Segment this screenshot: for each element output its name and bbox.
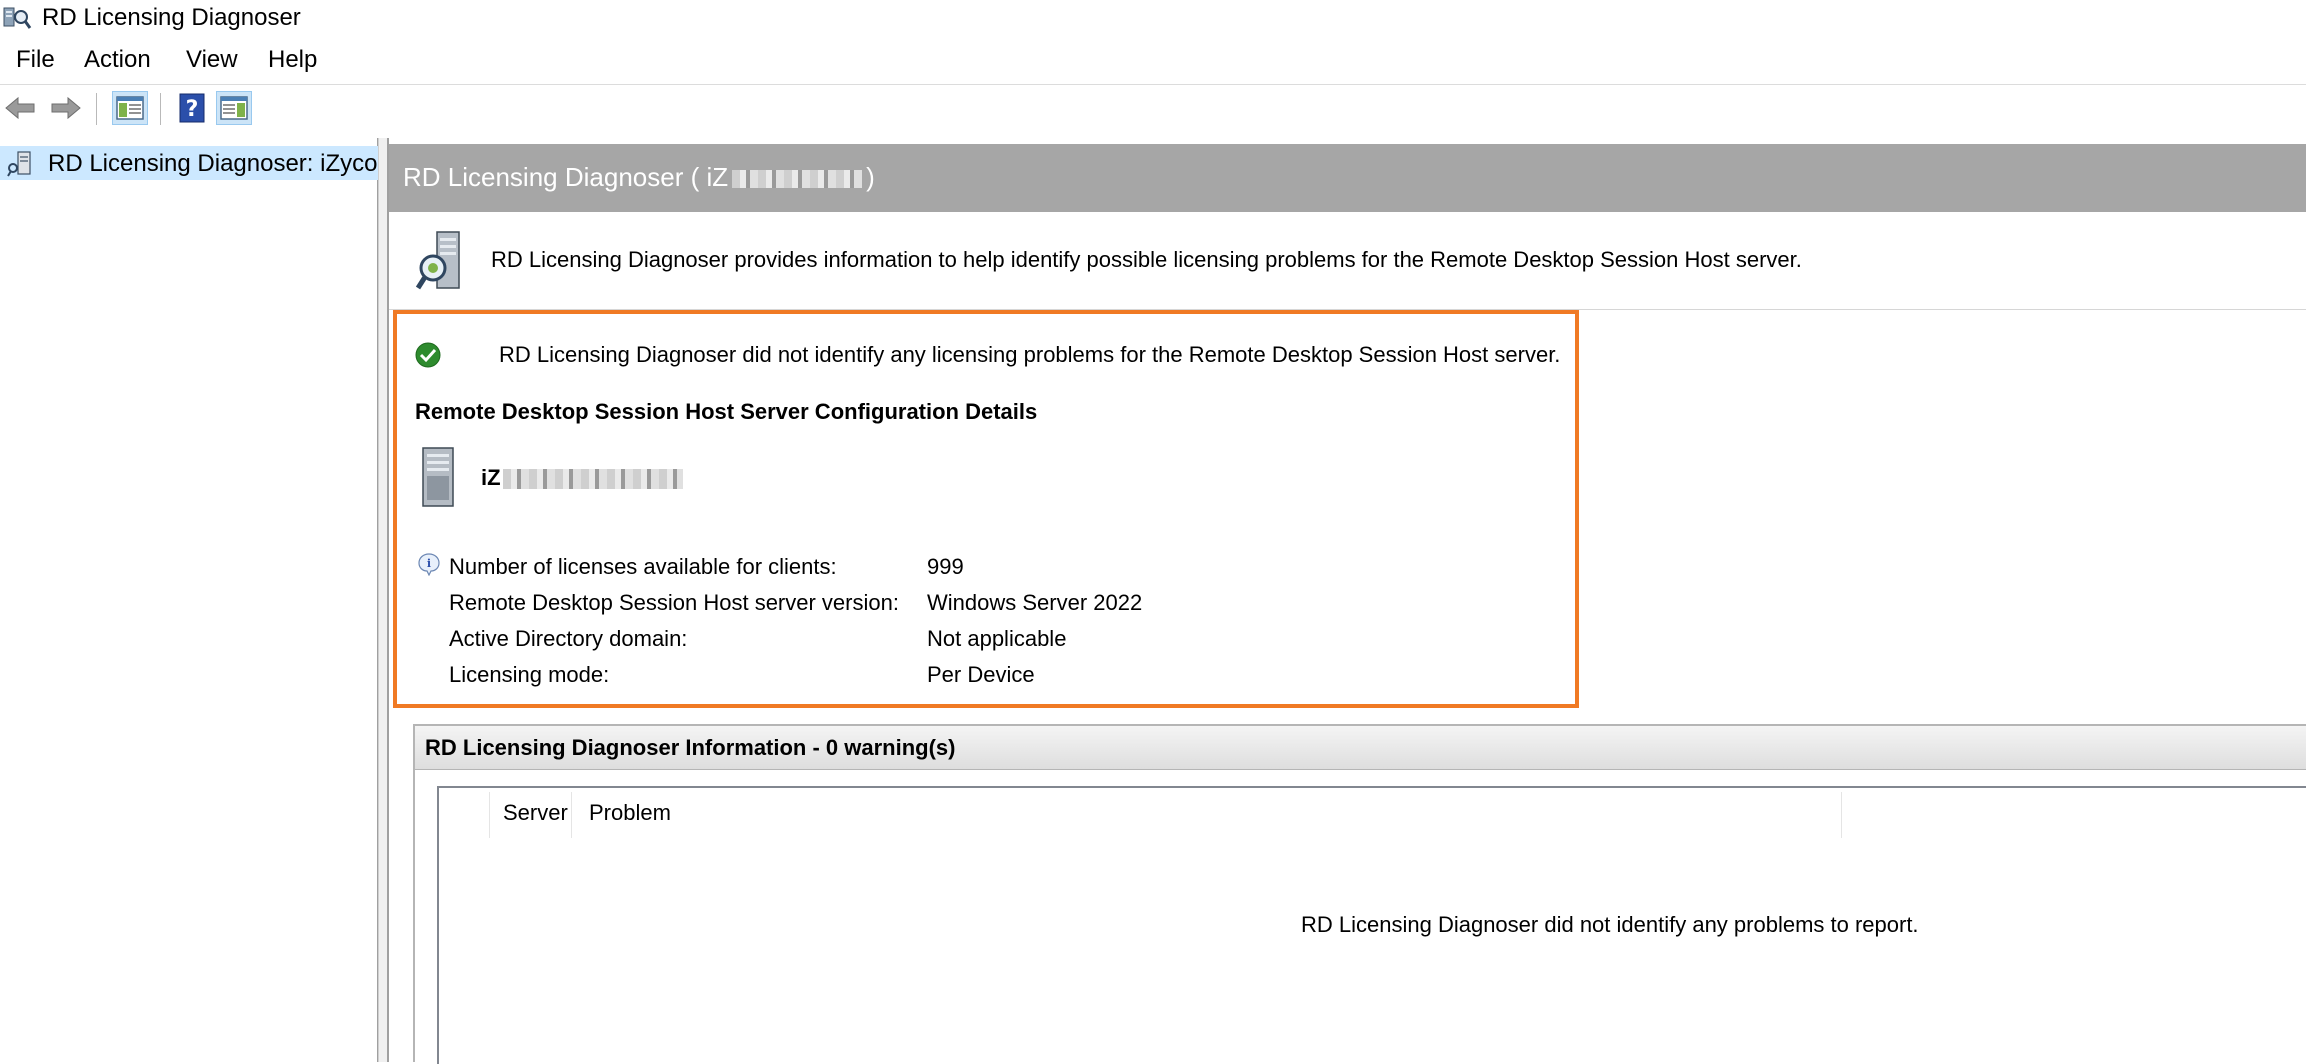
information-panel-title: RD Licensing Diagnoser Information - 0 w… bbox=[425, 735, 956, 760]
menu-bar: File Action View Help bbox=[0, 42, 2306, 80]
detail-value: 999 bbox=[927, 554, 964, 579]
detail-label: Number of licenses available for clients… bbox=[449, 554, 837, 579]
success-check-icon bbox=[415, 342, 441, 368]
show-hide-console-tree-icon bbox=[116, 96, 144, 120]
help-icon: ? bbox=[179, 93, 205, 123]
intro-description: RD Licensing Diagnoser provides informat… bbox=[491, 247, 1802, 272]
toolbar: ? bbox=[0, 84, 2306, 130]
detail-row-licenses: Number of licenses available for clients… bbox=[449, 554, 1249, 584]
menu-action[interactable]: Action bbox=[82, 46, 153, 74]
licensing-diagnoser-node-icon bbox=[7, 151, 31, 177]
detail-label: Licensing mode: bbox=[449, 662, 610, 687]
redacted-server-name bbox=[732, 170, 863, 189]
results-header-title: RD Licensing Diagnoser ( iZ) bbox=[403, 162, 875, 192]
window-title: RD Licensing Diagnoser bbox=[42, 4, 301, 31]
column-divider[interactable] bbox=[571, 792, 572, 838]
intro-row: RD Licensing Diagnoser provides informat… bbox=[389, 218, 2306, 310]
menu-file[interactable]: File bbox=[14, 46, 57, 74]
tree-item-label: RD Licensing Diagnoser: iZycoe bbox=[48, 150, 378, 177]
back-button[interactable] bbox=[2, 91, 38, 125]
menu-view[interactable]: View bbox=[184, 46, 240, 74]
problems-list-view[interactable]: Server Problem RD Licensing Diagnoser di… bbox=[437, 786, 2306, 1064]
detail-row-ad-domain: Active Directory domain: Not applicable bbox=[449, 626, 1249, 656]
licensing-diagnoser-app-icon bbox=[3, 7, 32, 29]
results-pane: RD Licensing Diagnoser ( iZ) RD Licensin… bbox=[388, 138, 2306, 1064]
forward-arrow-icon bbox=[51, 96, 81, 120]
show-hide-action-pane-icon bbox=[220, 96, 248, 120]
title-bar: RD Licensing Diagnoser bbox=[0, 0, 2306, 36]
server-name-prefix: iZ bbox=[481, 465, 501, 490]
diagnoser-magnifier-icon bbox=[415, 231, 460, 290]
help-button[interactable]: ? bbox=[174, 91, 210, 125]
detail-value: Per Device bbox=[927, 662, 1035, 687]
information-panel-header: RD Licensing Diagnoser Information - 0 w… bbox=[415, 726, 2306, 770]
menu-help[interactable]: Help bbox=[266, 46, 319, 74]
console-tree-pane: RD Licensing Diagnoser: iZycoe bbox=[0, 138, 378, 1062]
svg-text:i: i bbox=[427, 557, 431, 570]
detail-row-licensing-mode: Licensing mode: Per Device bbox=[449, 662, 1249, 692]
back-arrow-icon bbox=[5, 96, 35, 120]
header-title-suffix: ) bbox=[866, 162, 875, 192]
server-name: iZ bbox=[481, 464, 683, 492]
detail-label: Active Directory domain: bbox=[449, 626, 688, 651]
server-icon bbox=[422, 447, 454, 507]
detail-value: Not applicable bbox=[927, 626, 1067, 651]
column-divider[interactable] bbox=[489, 792, 490, 838]
no-problems-message: RD Licensing Diagnoser did not identify … bbox=[1301, 912, 1919, 937]
toolbar-separator bbox=[160, 93, 162, 125]
status-message: RD Licensing Diagnoser did not identify … bbox=[499, 342, 1561, 367]
show-hide-console-tree-button[interactable] bbox=[112, 91, 148, 125]
server-row: iZ bbox=[415, 446, 1015, 516]
redacted-server-name bbox=[502, 469, 683, 490]
show-hide-action-pane-button[interactable] bbox=[216, 91, 252, 125]
header-title-prefix: RD Licensing Diagnoser ( iZ bbox=[403, 162, 729, 192]
highlighted-summary-box: RD Licensing Diagnoser did not identify … bbox=[393, 310, 1579, 708]
detail-row-server-version: Remote Desktop Session Host server versi… bbox=[449, 590, 1249, 620]
problems-list-header: Server Problem bbox=[439, 788, 2306, 840]
column-divider[interactable] bbox=[1841, 792, 1842, 838]
info-icon: i bbox=[418, 553, 440, 576]
column-header-server[interactable]: Server bbox=[503, 800, 568, 826]
tree-item-rd-licensing-diagnoser[interactable]: RD Licensing Diagnoser: iZycoe bbox=[0, 146, 378, 180]
pane-splitter[interactable] bbox=[378, 138, 388, 1062]
toolbar-separator bbox=[96, 93, 98, 125]
column-header-problem[interactable]: Problem bbox=[589, 800, 671, 826]
detail-label: Remote Desktop Session Host server versi… bbox=[449, 590, 899, 615]
detail-value: Windows Server 2022 bbox=[927, 590, 1143, 615]
results-header-bar: RD Licensing Diagnoser ( iZ) bbox=[389, 144, 2306, 212]
config-details-heading: Remote Desktop Session Host Server Confi… bbox=[415, 399, 1038, 424]
diagnoser-information-panel: RD Licensing Diagnoser Information - 0 w… bbox=[413, 724, 2306, 1064]
svg-text:?: ? bbox=[186, 97, 199, 122]
forward-button[interactable] bbox=[48, 91, 84, 125]
status-row: RD Licensing Diagnoser did not identify … bbox=[415, 340, 1565, 370]
